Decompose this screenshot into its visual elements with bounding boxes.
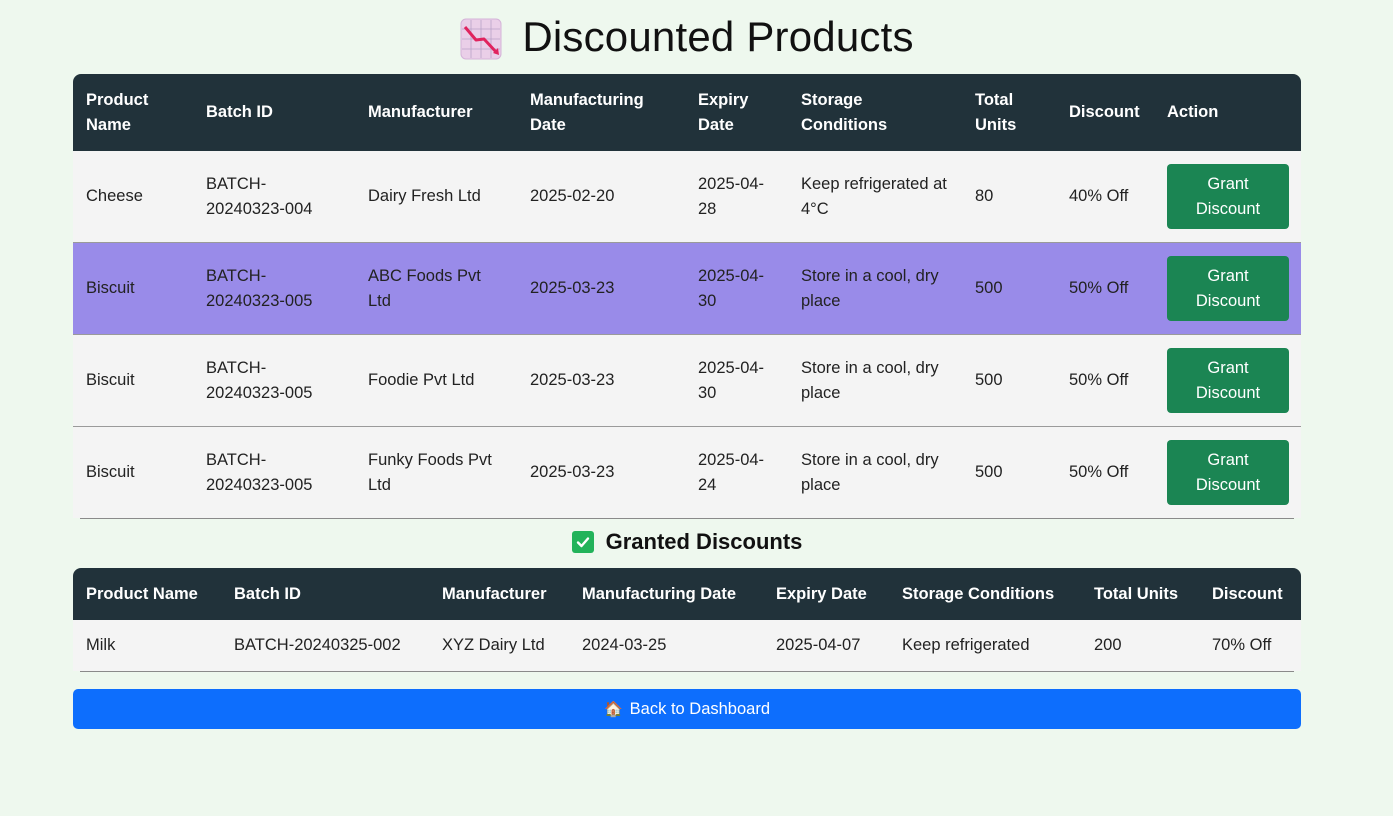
expiry-date-cell: 2025-04-24 — [685, 426, 788, 518]
storage-conditions-cell: Keep refrigerated at 4°C — [788, 151, 962, 243]
total-units-cell: 500 — [962, 334, 1056, 427]
product-name-cell: Biscuit — [73, 426, 193, 518]
product-name-cell: Cheese — [73, 151, 193, 243]
granted-discounts-table: Product Name Batch ID Manufacturer Manuf… — [73, 568, 1301, 671]
manufacturing-date-cell: 2025-03-23 — [517, 426, 685, 518]
batch-id-cell: BATCH-20240325-002 — [221, 620, 429, 671]
manufacturing-date-cell: 2025-02-20 — [517, 151, 685, 243]
grant-discount-button[interactable]: Grant Discount — [1167, 440, 1289, 505]
manufacturer-cell: Dairy Fresh Ltd — [355, 151, 517, 243]
granted-discounts-heading: Granted Discounts — [73, 518, 1301, 566]
table-header-row: Product Name Batch ID Manufacturer Manuf… — [73, 568, 1301, 620]
column-header: Total Units — [1081, 568, 1199, 620]
product-name-cell: Biscuit — [73, 334, 193, 427]
discount-cell: 50% Off — [1056, 426, 1154, 518]
discount-cell: 40% Off — [1056, 151, 1154, 243]
table-row: Milk BATCH-20240325-002 XYZ Dairy Ltd 20… — [73, 620, 1301, 671]
table-header-row: Product Name Batch ID Manufacturer Manuf… — [73, 74, 1301, 151]
column-header: Manufacturer — [355, 74, 517, 151]
house-icon: 🏠 — [603, 701, 623, 718]
storage-conditions-cell: Keep refrigerated — [889, 620, 1081, 671]
granted-discounts-title: Granted Discounts — [605, 529, 803, 554]
product-name-cell: Milk — [73, 620, 221, 671]
column-header: Storage Conditions — [788, 74, 962, 151]
grant-discount-button[interactable]: Grant Discount — [1167, 348, 1289, 413]
check-box-icon — [571, 531, 594, 553]
batch-id-cell: BATCH-20240323-005 — [193, 426, 355, 518]
column-header: Batch ID — [193, 74, 355, 151]
discount-cell: 70% Off — [1199, 620, 1301, 671]
column-header: Discount — [1199, 568, 1301, 620]
table-row-highlighted: Biscuit BATCH-20240323-005 ABC Foods Pvt… — [73, 242, 1301, 335]
total-units-cell: 80 — [962, 151, 1056, 243]
table-row: Cheese BATCH-20240323-004 Dairy Fresh Lt… — [73, 151, 1301, 243]
column-header: Expiry Date — [685, 74, 788, 151]
batch-id-cell: BATCH-20240323-004 — [193, 151, 355, 243]
manufacturing-date-cell: 2024-03-25 — [569, 620, 763, 671]
column-header: Product Name — [73, 74, 193, 151]
back-to-dashboard-label: Back to Dashboard — [629, 699, 771, 718]
action-cell: Grant Discount — [1154, 334, 1301, 427]
storage-conditions-cell: Store in a cool, dry place — [788, 334, 962, 427]
table-divider — [80, 671, 1294, 672]
column-header: Discount — [1056, 74, 1154, 151]
manufacturer-cell: Foodie Pvt Ltd — [355, 334, 517, 427]
storage-conditions-cell: Store in a cool, dry place — [788, 426, 962, 518]
storage-conditions-cell: Store in a cool, dry place — [788, 242, 962, 335]
column-header: Manufacturing Date — [569, 568, 763, 620]
column-header: Manufacturer — [429, 568, 569, 620]
expiry-date-cell: 2025-04-30 — [685, 242, 788, 335]
chart-decreasing-icon — [460, 18, 502, 60]
page-title: Discounted Products — [522, 13, 914, 60]
discount-cell: 50% Off — [1056, 242, 1154, 335]
action-cell: Grant Discount — [1154, 151, 1301, 243]
manufacturing-date-cell: 2025-03-23 — [517, 334, 685, 427]
page-header: Discounted Products — [73, 0, 1301, 74]
action-cell: Grant Discount — [1154, 426, 1301, 518]
column-header: Total Units — [962, 74, 1056, 151]
column-header: Manufacturing Date — [517, 74, 685, 151]
total-units-cell: 200 — [1081, 620, 1199, 671]
column-header: Batch ID — [221, 568, 429, 620]
batch-id-cell: BATCH-20240323-005 — [193, 242, 355, 335]
discounted-products-table: Product Name Batch ID Manufacturer Manuf… — [73, 74, 1301, 518]
column-header: Storage Conditions — [889, 568, 1081, 620]
grant-discount-button[interactable]: Grant Discount — [1167, 164, 1289, 229]
expiry-date-cell: 2025-04-28 — [685, 151, 788, 243]
expiry-date-cell: 2025-04-30 — [685, 334, 788, 427]
table-row: Biscuit BATCH-20240323-005 Funky Foods P… — [73, 426, 1301, 518]
total-units-cell: 500 — [962, 426, 1056, 518]
column-header: Expiry Date — [763, 568, 889, 620]
grant-discount-button[interactable]: Grant Discount — [1167, 256, 1289, 321]
product-name-cell: Biscuit — [73, 242, 193, 335]
back-to-dashboard-button[interactable]: 🏠 Back to Dashboard — [73, 689, 1301, 729]
table-row: Biscuit BATCH-20240323-005 Foodie Pvt Lt… — [73, 334, 1301, 427]
expiry-date-cell: 2025-04-07 — [763, 620, 889, 671]
column-header: Product Name — [73, 568, 221, 620]
page-container: Discounted Products Product Name Batch I… — [73, 0, 1301, 729]
batch-id-cell: BATCH-20240323-005 — [193, 334, 355, 427]
manufacturing-date-cell: 2025-03-23 — [517, 242, 685, 335]
manufacturer-cell: XYZ Dairy Ltd — [429, 620, 569, 671]
action-cell: Grant Discount — [1154, 242, 1301, 335]
manufacturer-cell: ABC Foods Pvt Ltd — [355, 242, 517, 335]
total-units-cell: 500 — [962, 242, 1056, 335]
discount-cell: 50% Off — [1056, 334, 1154, 427]
manufacturer-cell: Funky Foods Pvt Ltd — [355, 426, 517, 518]
column-header: Action — [1154, 74, 1301, 151]
